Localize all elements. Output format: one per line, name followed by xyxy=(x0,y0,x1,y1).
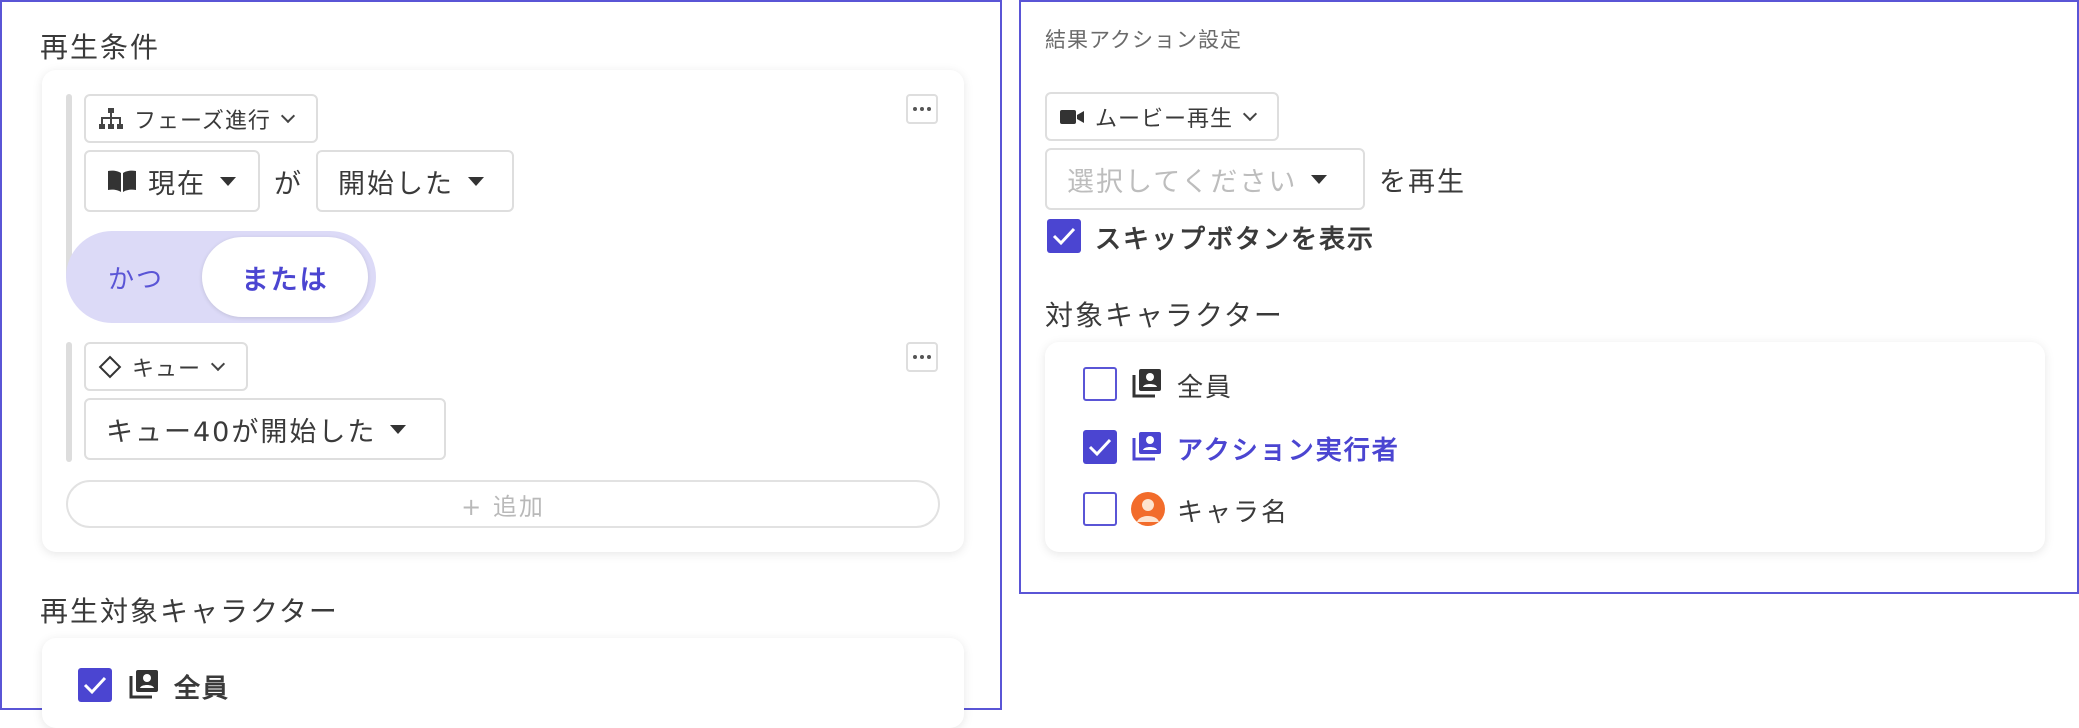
movie-select-placeholder: 選択してください xyxy=(1067,166,1298,198)
condition-value-select[interactable]: キュー40が開始した xyxy=(84,398,446,460)
condition-type-select[interactable]: キュー xyxy=(84,342,248,391)
target-checkbox-all[interactable] xyxy=(1083,367,1117,401)
chevron-down-icon xyxy=(1242,106,1258,121)
play-condition-panel: 再生条件 フェーズ進行 現在 が 開始した かつ または キュー キュー40が開… xyxy=(0,0,1002,728)
condition-type-label: フェーズ進行 xyxy=(134,108,271,134)
add-condition-button[interactable]: + 追加 xyxy=(66,480,940,528)
target-checkbox-action-executor[interactable] xyxy=(1083,430,1117,464)
action-type-select[interactable]: ムービー再生 xyxy=(1045,92,1279,141)
logic-toggle[interactable]: かつ または xyxy=(66,231,376,323)
caret-down-icon xyxy=(1311,174,1328,184)
people-card-icon xyxy=(1131,367,1163,403)
target-label-character: キャラ名 xyxy=(1177,498,1290,528)
target-label-all: 全員 xyxy=(1177,373,1234,403)
section-title-target-character: 対象キャラクター xyxy=(1045,299,1284,332)
chevron-down-icon xyxy=(280,108,295,123)
hierarchy-icon xyxy=(98,107,124,131)
condition-state-label: 開始した xyxy=(338,168,454,200)
condition-type-select[interactable]: フェーズ進行 xyxy=(84,94,318,143)
logic-or-option[interactable]: または xyxy=(202,237,368,317)
target-character-card: 全員 アクション実行者 キャラ名 xyxy=(1045,342,2045,552)
movie-suffix: を再生 xyxy=(1379,167,1466,198)
condition-more-button[interactable] xyxy=(906,342,938,372)
target-label-action-executor: アクション実行者 xyxy=(1177,436,1400,466)
conditions-card: フェーズ進行 現在 が 開始した かつ または キュー キュー40が開始した +… xyxy=(42,70,964,552)
condition-indent-bar xyxy=(66,342,72,462)
section-title-play-target: 再生対象キャラクター xyxy=(40,595,339,628)
condition-subject-select[interactable]: 現在 xyxy=(84,150,260,212)
condition-particle: が xyxy=(274,169,303,200)
diamond-icon xyxy=(98,355,122,379)
play-target-card: 全員 xyxy=(42,638,964,728)
skip-button-checkbox[interactable] xyxy=(1047,219,1081,253)
logic-and-option[interactable]: かつ xyxy=(66,231,206,323)
condition-more-button[interactable] xyxy=(906,94,938,124)
condition-subject-label: 現在 xyxy=(148,168,206,200)
condition-state-select[interactable]: 開始した xyxy=(316,150,514,212)
result-action-panel: 結果アクション設定 ムービー再生 選択してください を再生 スキップボタンを表示… xyxy=(1019,0,2079,594)
condition-type-label: キュー xyxy=(132,356,202,382)
video-camera-icon xyxy=(1059,107,1085,127)
action-type-label: ムービー再生 xyxy=(1095,106,1234,132)
condition-value-label: キュー40が開始した xyxy=(106,416,377,448)
target-all-checkbox[interactable] xyxy=(78,668,112,702)
people-card-icon xyxy=(128,668,160,704)
caret-down-icon xyxy=(220,176,236,186)
movie-select[interactable]: 選択してください xyxy=(1045,148,1365,210)
people-card-icon xyxy=(1131,430,1163,466)
section-title-play-condition: 再生条件 xyxy=(40,31,161,64)
target-all-label: 全員 xyxy=(174,674,231,704)
caret-down-icon xyxy=(390,424,407,434)
skip-button-label: スキップボタンを表示 xyxy=(1095,225,1376,255)
book-icon xyxy=(106,168,138,194)
result-action-header: 結果アクション設定 xyxy=(1045,28,1242,52)
caret-down-icon xyxy=(468,176,484,186)
avatar-icon xyxy=(1131,492,1165,530)
target-checkbox-character[interactable] xyxy=(1083,492,1117,526)
chevron-down-icon xyxy=(210,356,226,371)
